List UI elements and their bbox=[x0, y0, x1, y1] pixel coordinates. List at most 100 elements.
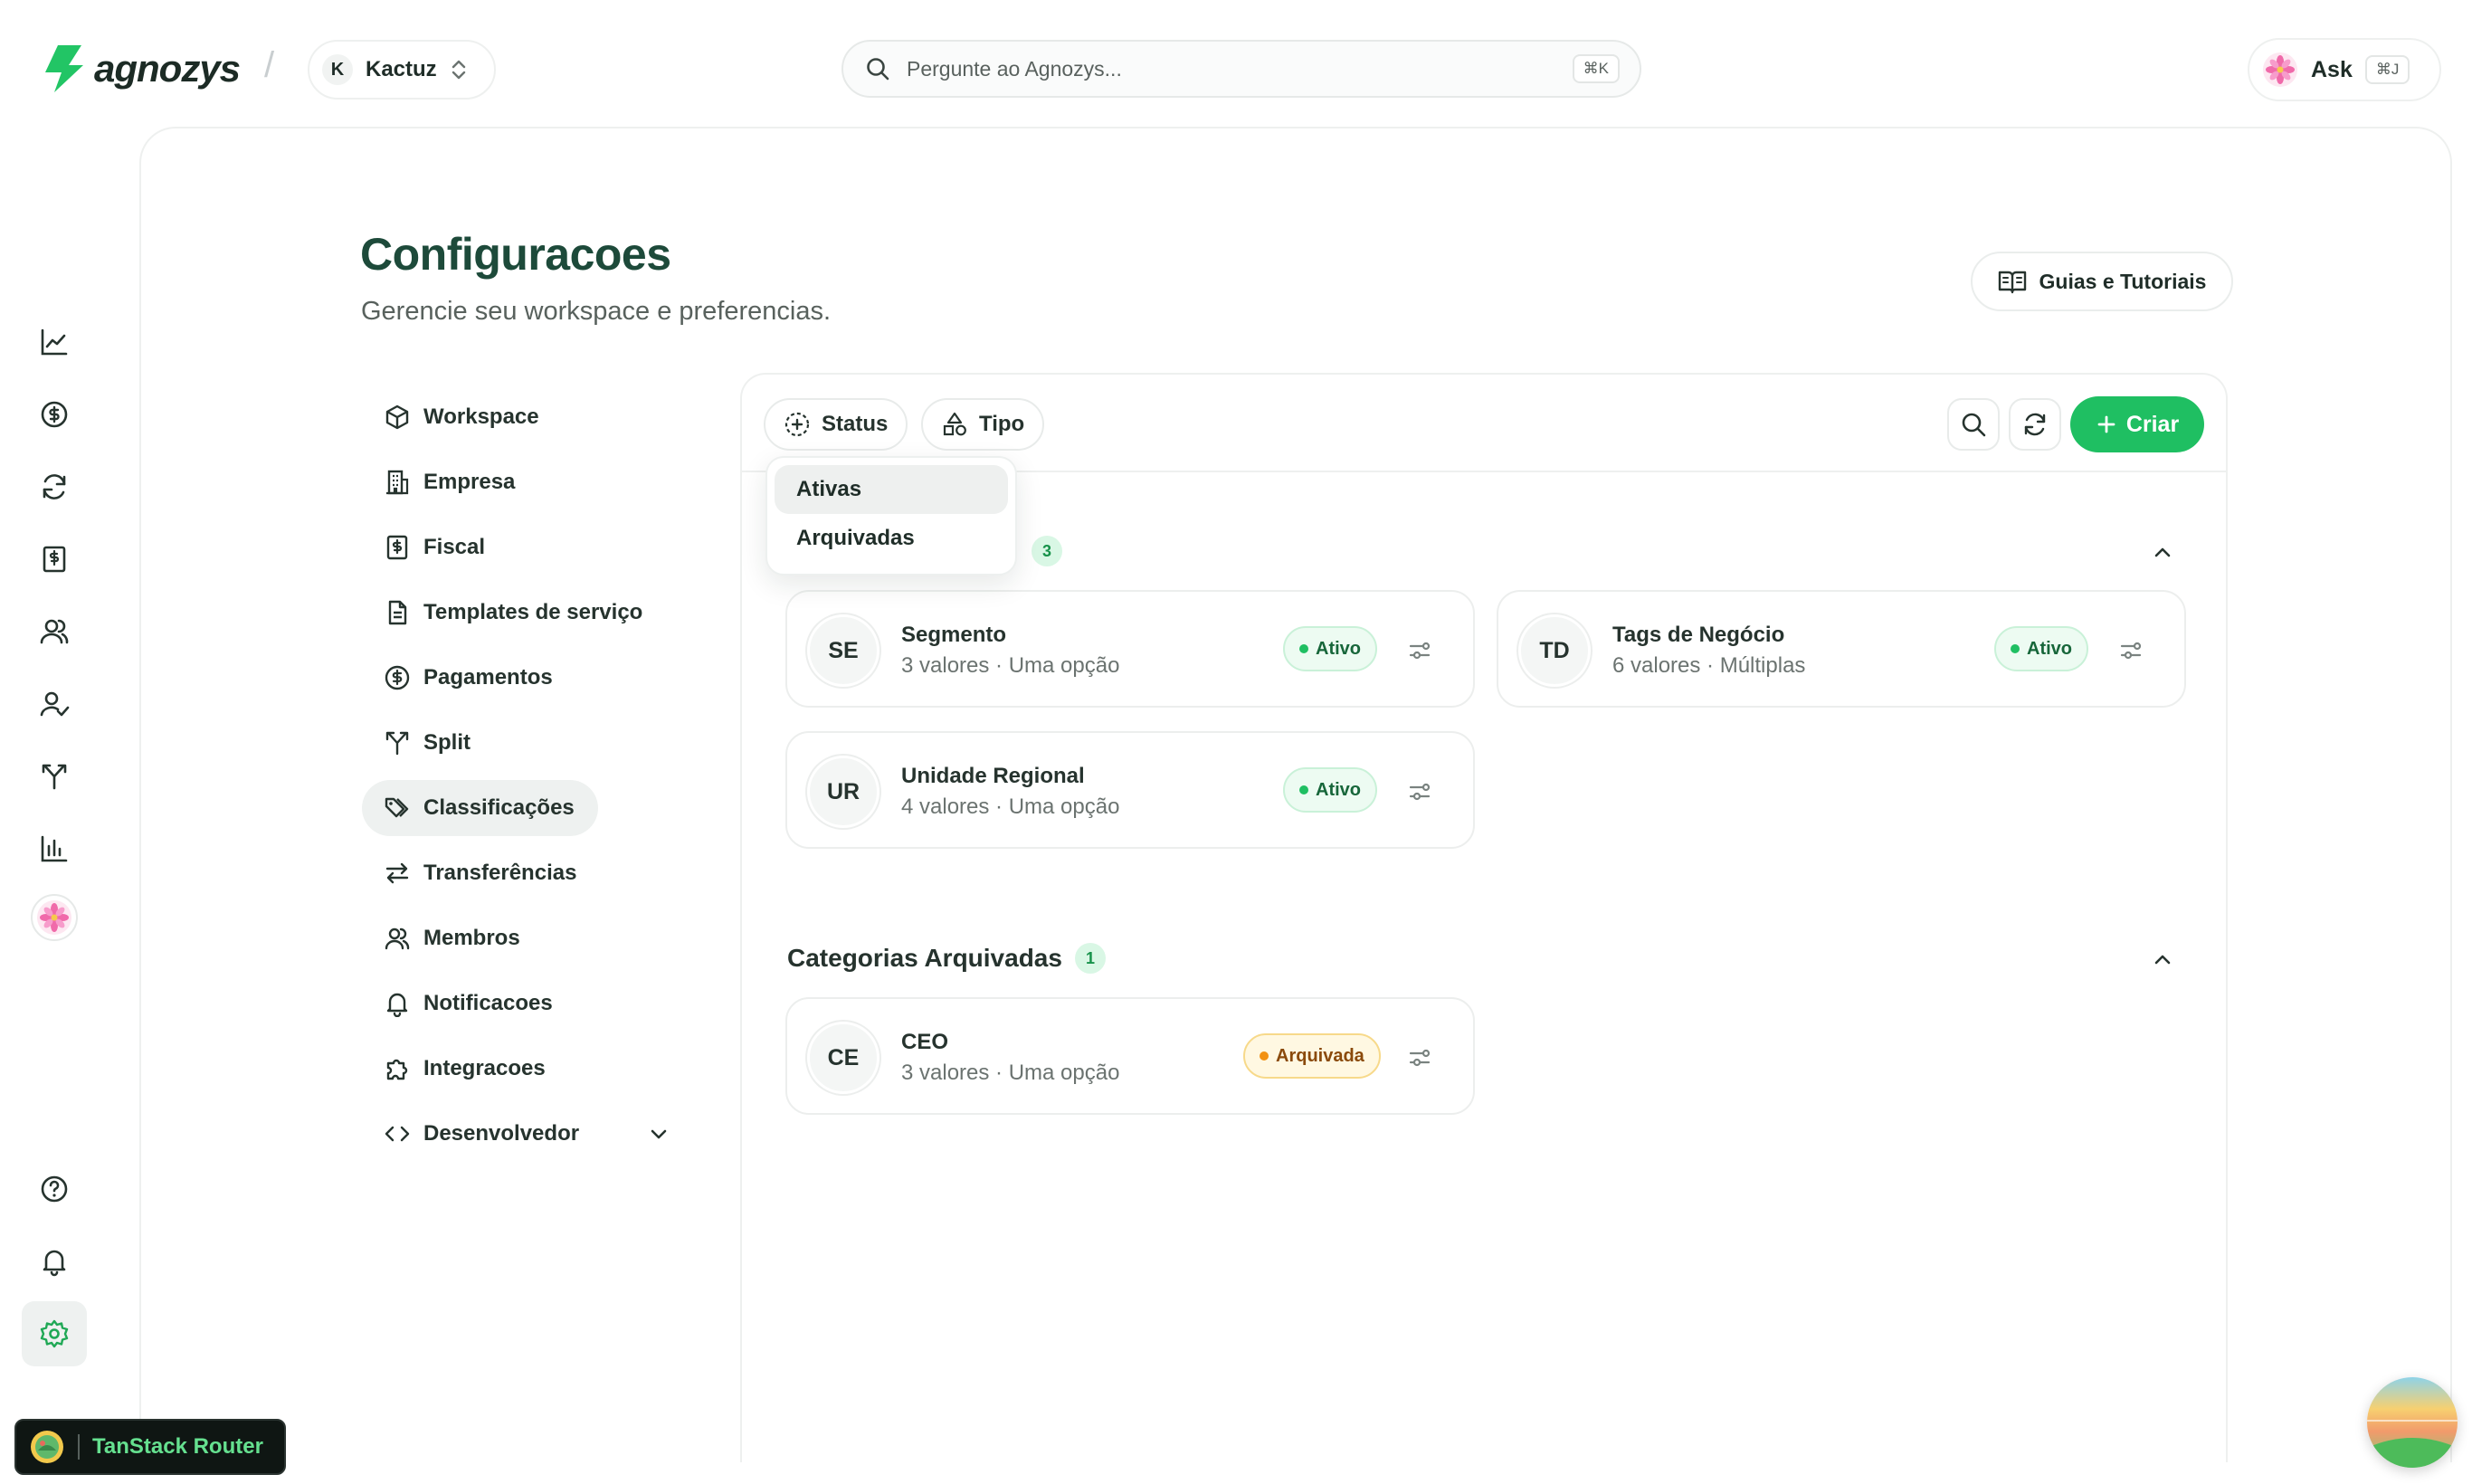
tags-icon bbox=[385, 797, 409, 818]
collapse-archived-button[interactable] bbox=[2146, 943, 2179, 975]
card-name: Tags de Negócio bbox=[1612, 623, 1785, 647]
settings-nav-integracoes[interactable]: Integracoes bbox=[362, 1041, 546, 1097]
chevron-up-icon bbox=[2154, 955, 2171, 965]
brand-logo[interactable]: agnozys bbox=[42, 43, 241, 94]
settings-nav-workspace[interactable]: Workspace bbox=[362, 389, 539, 445]
sliders-icon bbox=[1409, 1049, 1431, 1067]
document-icon bbox=[388, 600, 407, 625]
fiscal-icon bbox=[386, 535, 408, 560]
code-icon bbox=[385, 1126, 410, 1142]
workspace-switcher[interactable]: K Kactuz bbox=[308, 40, 496, 100]
card-meta: 3 valores · Uma opção bbox=[901, 1061, 1120, 1085]
settings-nav-templates[interactable]: Templates de serviço bbox=[362, 585, 642, 641]
archived-section-title: Categorias Arquivadas bbox=[787, 944, 1062, 972]
settings-nav-fiscal[interactable]: Fiscal bbox=[362, 519, 485, 576]
card-name: Unidade Regional bbox=[901, 764, 1085, 788]
settings-nav-label: Workspace bbox=[423, 404, 539, 429]
add-filter-icon bbox=[784, 412, 810, 437]
page-subtitle: Gerencie seu workspace e preferencias. bbox=[361, 297, 832, 326]
create-label: Criar bbox=[2125, 411, 2180, 437]
rail-approvals[interactable] bbox=[31, 680, 78, 728]
chevron-down-icon[interactable] bbox=[648, 1123, 670, 1145]
card-settings-button[interactable] bbox=[2115, 635, 2146, 666]
settings-nav-label: Pagamentos bbox=[423, 665, 553, 690]
settings-nav-classificacoes[interactable]: Classificações bbox=[362, 780, 598, 836]
settings-nav-empresa[interactable]: Empresa bbox=[362, 454, 515, 510]
sliders-icon bbox=[2120, 642, 2142, 660]
rail-settings[interactable] bbox=[22, 1301, 87, 1366]
plus-icon bbox=[2097, 415, 2115, 433]
rail-finance[interactable] bbox=[31, 391, 78, 438]
bell-icon bbox=[386, 993, 408, 1017]
status-filter-button[interactable]: Status bbox=[764, 398, 908, 451]
card-name: Segmento bbox=[901, 623, 1007, 647]
card-meta: 3 valores · Uma opção bbox=[901, 653, 1120, 678]
guides-label: Guias e Tutoriais bbox=[2039, 269, 2207, 293]
settings-nav-desenvolvedor[interactable]: Desenvolvedor bbox=[362, 1106, 688, 1162]
status-option-arquivadas[interactable]: Arquivadas bbox=[775, 514, 1008, 563]
workspace-name: Kactuz bbox=[366, 57, 437, 81]
refresh-icon bbox=[43, 474, 66, 499]
rail-recurring[interactable] bbox=[31, 463, 78, 510]
status-option-ativas[interactable]: Ativas bbox=[775, 465, 1008, 514]
card-meta: 4 valores · Uma opção bbox=[901, 794, 1120, 819]
devtools-orb-button[interactable] bbox=[2367, 1377, 2458, 1468]
classification-card[interactable]: UR Unidade Regional 4 valores · Uma opçã… bbox=[785, 731, 1475, 849]
ask-button[interactable]: Ask ⌘J bbox=[2248, 38, 2441, 101]
type-filter-button[interactable]: Tipo bbox=[921, 398, 1045, 451]
settings-nav-notificacoes[interactable]: Notificacoes bbox=[362, 975, 553, 1032]
chevron-up-icon bbox=[2154, 547, 2171, 557]
card-initials: CE bbox=[807, 1022, 879, 1094]
card-settings-button[interactable] bbox=[1404, 1042, 1435, 1073]
landscape-orb-icon bbox=[2367, 1377, 2458, 1468]
settings-nav-membros[interactable]: Membros bbox=[362, 910, 520, 966]
status-badge: Ativo bbox=[1283, 767, 1377, 813]
flower-avatar-icon bbox=[2263, 52, 2297, 87]
settings-nav-split[interactable]: Split bbox=[362, 715, 471, 771]
settings-nav-label: Desenvolvedor bbox=[423, 1121, 580, 1146]
rail-notifications[interactable] bbox=[31, 1238, 78, 1285]
card-meta: 6 valores · Múltiplas bbox=[1612, 653, 1806, 678]
book-open-icon bbox=[1998, 271, 2026, 294]
search-button[interactable] bbox=[1947, 398, 2000, 451]
settings-nav-pagamentos[interactable]: Pagamentos bbox=[362, 650, 553, 706]
status-dot bbox=[2011, 644, 2020, 653]
top-bar: agnozys / K Kactuz Pergunte ao Agnozys..… bbox=[0, 0, 2472, 127]
classification-card[interactable]: CE CEO 3 valores · Uma opção Arquivada bbox=[785, 997, 1475, 1115]
classification-card[interactable]: SE Segmento 3 valores · Uma opção Ativo bbox=[785, 590, 1475, 708]
rail-invoices[interactable] bbox=[31, 536, 78, 583]
refresh-icon bbox=[2024, 413, 2046, 436]
bell-icon bbox=[43, 1250, 66, 1277]
rail-split[interactable] bbox=[31, 753, 78, 800]
type-filter-label: Tipo bbox=[979, 412, 1025, 436]
status-dot bbox=[1299, 785, 1308, 794]
card-settings-button[interactable] bbox=[1404, 635, 1435, 666]
classification-card[interactable]: TD Tags de Negócio 6 valores · Múltiplas… bbox=[1497, 590, 2186, 708]
settings-nav-transferencias[interactable]: Transferências bbox=[362, 845, 576, 901]
status-badge: Ativo bbox=[1283, 626, 1377, 671]
rail-help[interactable] bbox=[31, 1165, 78, 1213]
guides-tutorials-button[interactable]: Guias e Tutoriais bbox=[1971, 252, 2233, 311]
archived-categories-header[interactable]: Categorias Arquivadas 1 bbox=[787, 943, 1106, 974]
transfer-icon bbox=[385, 862, 409, 884]
ask-shortcut: ⌘J bbox=[2364, 55, 2410, 84]
create-button[interactable]: Criar bbox=[2070, 396, 2204, 452]
sliders-icon bbox=[1409, 783, 1431, 801]
refresh-button[interactable] bbox=[2009, 398, 2061, 451]
cube-icon bbox=[385, 404, 409, 430]
tanstack-router-devtools-button[interactable]: TanStack Router bbox=[14, 1419, 286, 1475]
rail-ai-assistant[interactable] bbox=[31, 894, 78, 941]
ask-search-bar[interactable]: Pergunte ao Agnozys... ⌘K bbox=[841, 40, 1641, 98]
archived-count-badge: 1 bbox=[1074, 943, 1106, 974]
rail-reports[interactable] bbox=[31, 825, 78, 872]
settings-nav-label: Empresa bbox=[423, 470, 516, 494]
card-settings-button[interactable] bbox=[1404, 776, 1435, 807]
sliders-icon bbox=[1409, 642, 1431, 660]
rail-dashboard[interactable] bbox=[31, 319, 78, 366]
collapse-active-button[interactable] bbox=[2146, 536, 2179, 568]
status-dot bbox=[1260, 1051, 1269, 1061]
split-arrow-icon bbox=[42, 764, 67, 790]
status-label: Ativo bbox=[2027, 638, 2072, 659]
rail-clients[interactable] bbox=[31, 608, 78, 655]
settings-nav-label: Classificações bbox=[423, 795, 575, 820]
